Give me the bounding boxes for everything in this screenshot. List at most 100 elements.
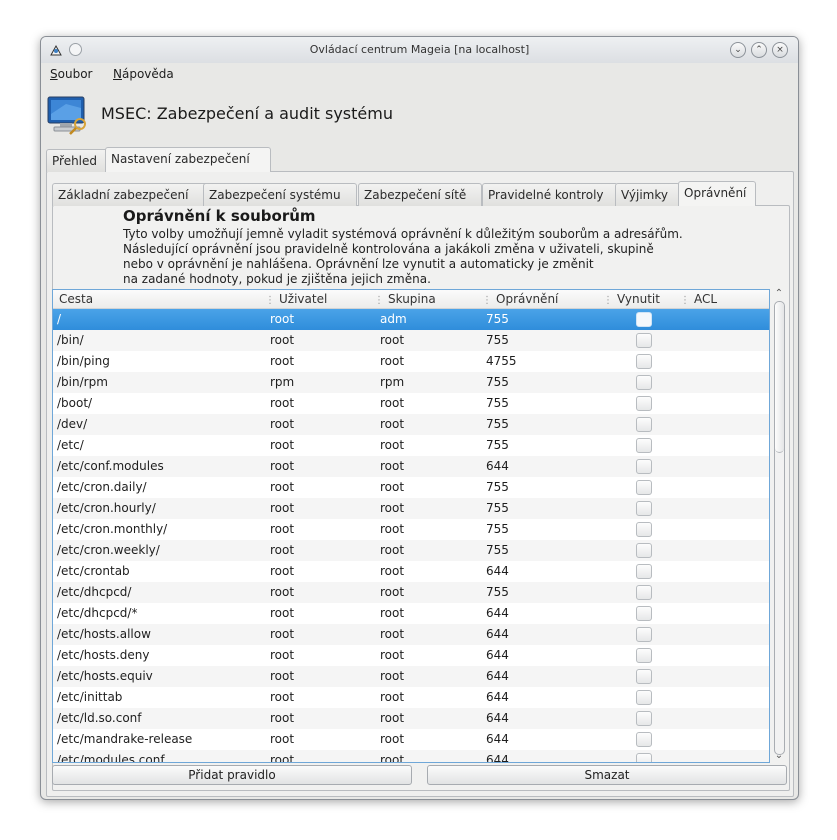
menu-file[interactable]: Soubor <box>50 67 92 81</box>
force-checkbox[interactable] <box>636 711 652 726</box>
cell-group: root <box>380 333 405 347</box>
force-checkbox[interactable] <box>636 648 652 663</box>
table-row[interactable]: /dev/root root 755 <box>53 414 769 435</box>
tab-exceptions-label: Výjimky <box>621 188 668 202</box>
tab-exceptions[interactable]: Výjimky <box>615 183 680 206</box>
page-title: MSEC: Zabezpečení a audit systému <box>101 104 393 123</box>
cell-group: root <box>380 606 405 620</box>
force-checkbox[interactable] <box>636 354 652 369</box>
cell-user: root <box>270 564 295 578</box>
force-checkbox[interactable] <box>636 333 652 348</box>
force-checkbox[interactable] <box>636 606 652 621</box>
column-header-user[interactable]: ⋮ Uživatel <box>265 292 327 306</box>
table-row[interactable]: /etc/cron.hourly/root root 755 <box>53 498 769 519</box>
force-checkbox[interactable] <box>636 669 652 684</box>
column-header-acl[interactable]: ⋮ ACL <box>680 292 717 306</box>
table-row[interactable]: /etc/mandrake-release root root 644 <box>53 729 769 750</box>
column-header-force[interactable]: ⋮ Vynutit <box>603 292 660 306</box>
cell-user: root <box>270 732 295 746</box>
force-checkbox[interactable] <box>636 690 652 705</box>
cell-path: /etc/crontab <box>57 564 130 578</box>
tab-basic-security[interactable]: Základní zabezpečení <box>52 183 210 206</box>
table-row[interactable]: /etc/cron.monthly/root root 755 <box>53 519 769 540</box>
tab-system-security[interactable]: Zabezpečení systému <box>203 183 357 206</box>
cell-user: root <box>270 690 295 704</box>
table-row[interactable]: /etc/conf.modules root root 644 <box>53 456 769 477</box>
tab-security-settings[interactable]: Nastavení zabezpečení <box>105 147 271 172</box>
table-row[interactable]: /etc/modules.conf root root 644 <box>53 750 769 763</box>
force-checkbox[interactable] <box>636 543 652 558</box>
force-checkbox[interactable] <box>636 564 652 579</box>
table-row[interactable]: /etc/cron.daily/root root 755 <box>53 477 769 498</box>
tab-network-security-label: Zabezpečení sítě <box>364 188 467 202</box>
cell-permissions: 755 <box>486 543 509 557</box>
cell-group: root <box>380 753 405 763</box>
column-header-path[interactable]: Cesta <box>59 292 93 306</box>
cell-permissions: 644 <box>486 690 509 704</box>
tab-permissions[interactable]: Oprávnění <box>678 181 756 206</box>
table-row[interactable]: /etc/hosts.equiv root root 644 <box>53 666 769 687</box>
table-row[interactable]: /etc/dhcpcd/* root root 644 <box>53 603 769 624</box>
force-checkbox[interactable] <box>636 459 652 474</box>
title-bar[interactable]: Ovládací centrum Mageia [na localhost] ⌄… <box>41 37 798 63</box>
tab-basic-security-label: Základní zabezpečení <box>58 188 189 202</box>
cell-path: /etc/modules.conf <box>57 753 165 763</box>
force-checkbox[interactable] <box>636 417 652 432</box>
cell-permissions: 755 <box>486 417 509 431</box>
force-checkbox[interactable] <box>636 312 652 327</box>
force-checkbox[interactable] <box>636 438 652 453</box>
monitor-icon <box>47 96 86 135</box>
force-checkbox[interactable] <box>636 753 652 762</box>
cell-group: root <box>380 354 405 368</box>
cell-permissions: 755 <box>486 522 509 536</box>
table-row[interactable]: /bin/ping root root 4755 <box>53 351 769 372</box>
force-checkbox[interactable] <box>636 480 652 495</box>
column-header-group[interactable]: ⋮ Skupina <box>374 292 436 306</box>
cell-user: root <box>270 648 295 662</box>
force-checkbox[interactable] <box>636 627 652 642</box>
force-checkbox[interactable] <box>636 396 652 411</box>
force-checkbox[interactable] <box>636 375 652 390</box>
scroll-down-icon[interactable]: ⌄ <box>772 751 786 761</box>
table-row[interactable]: /bin/rpm rpm rpm 755 <box>53 372 769 393</box>
force-checkbox[interactable] <box>636 501 652 516</box>
table-scrollbar[interactable]: ⌃ ⌄ <box>772 289 786 761</box>
column-header-permissions[interactable]: ⋮ Oprávnění <box>482 292 558 306</box>
scroll-thumb[interactable] <box>775 302 784 453</box>
table-row[interactable]: /etc/hosts.allow root root 644 <box>53 624 769 645</box>
table-row[interactable]: /bin/root root 755 <box>53 330 769 351</box>
table-row[interactable]: /boot/root root 755 <box>53 393 769 414</box>
table-row[interactable]: /etc/root root 755 <box>53 435 769 456</box>
scroll-track[interactable] <box>774 301 785 755</box>
cell-user: root <box>270 669 295 683</box>
force-checkbox[interactable] <box>636 522 652 537</box>
cell-group: root <box>380 522 405 536</box>
tab-network-security[interactable]: Zabezpečení sítě <box>358 183 482 206</box>
table-row[interactable]: /etc/inittab root root 644 <box>53 687 769 708</box>
tab-periodic-checks[interactable]: Pravidelné kontroly <box>482 183 618 206</box>
cell-group: adm <box>380 312 407 326</box>
force-checkbox[interactable] <box>636 585 652 600</box>
table-row[interactable]: /etc/dhcpcd/root root 755 <box>53 582 769 603</box>
scroll-up-icon[interactable]: ⌃ <box>772 289 786 299</box>
minimize-icon[interactable]: ⌄ <box>730 42 746 58</box>
delete-button[interactable]: Smazat <box>427 765 787 785</box>
column-header-label: Skupina <box>388 292 436 306</box>
table-row[interactable]: /etc/ld.so.conf root root 644 <box>53 708 769 729</box>
tab-overview[interactable]: Přehled <box>46 149 109 172</box>
cell-permissions: 644 <box>486 669 509 683</box>
menu-help[interactable]: Nápověda <box>113 67 174 81</box>
permissions-table[interactable]: Cesta ⋮ Uživatel ⋮ Skupina ⋮ Oprávnění ⋮ Vyn… <box>52 289 770 763</box>
section-title: Oprávnění k souborům <box>123 207 316 225</box>
table-row[interactable]: / root adm 755 <box>53 309 769 330</box>
add-rule-button[interactable]: Přidat pravidlo <box>52 765 412 785</box>
table-row[interactable]: /etc/hosts.deny root root 644 <box>53 645 769 666</box>
table-row[interactable]: /etc/cron.weekly/root root 755 <box>53 540 769 561</box>
force-checkbox[interactable] <box>636 732 652 747</box>
close-icon[interactable]: × <box>772 42 788 58</box>
tab-overview-label: Přehled <box>52 154 98 168</box>
cell-group: root <box>380 417 405 431</box>
table-row[interactable]: /etc/crontab root root 644 <box>53 561 769 582</box>
maximize-icon[interactable]: ⌃ <box>751 42 767 58</box>
column-header-label: Cesta <box>59 292 94 306</box>
